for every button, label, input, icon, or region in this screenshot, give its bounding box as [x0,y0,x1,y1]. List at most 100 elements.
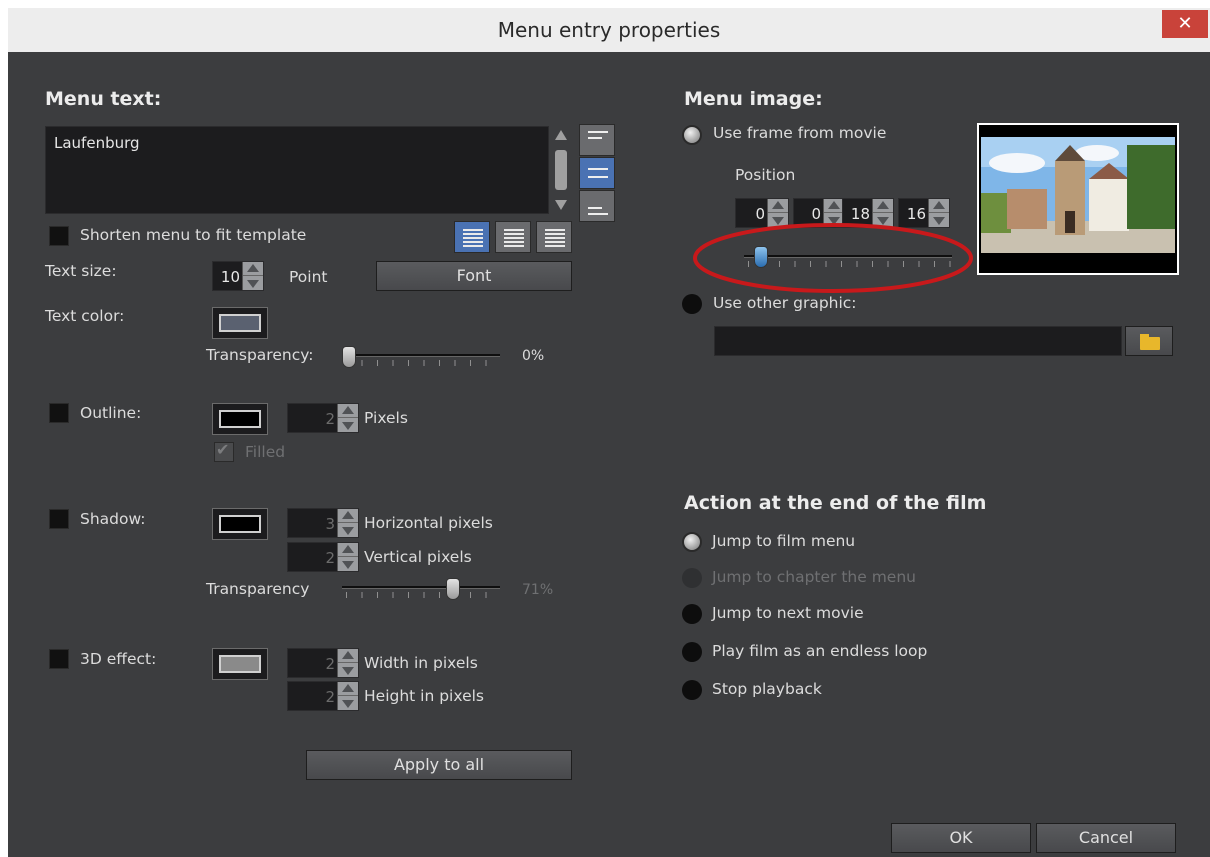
cancel-button[interactable]: Cancel [1036,823,1176,853]
text-color-fill [219,314,261,332]
ok-button[interactable]: OK [891,823,1031,853]
endless-loop-radio[interactable] [682,642,702,662]
preview-image [979,125,1177,273]
valign-bottom-icon [588,207,602,209]
jump-chapter-menu-radio[interactable] [682,568,702,588]
stepper-arrows[interactable] [337,649,358,677]
outline-pixels-stepper[interactable]: 2 [287,403,359,433]
shadow-transparency-label: Transparency [206,580,310,598]
jump-film-menu-radio[interactable] [682,532,702,552]
slider-track [342,586,500,589]
title-bar: Menu entry properties ✕ [8,8,1210,52]
outline-checkbox[interactable] [49,403,69,423]
use-other-graphic-label: Use other graphic: [713,294,857,312]
valign-top-icon-line [588,137,602,139]
apply-to-all-button[interactable]: Apply to all [306,750,572,780]
3d-effect-color-fill [219,655,261,673]
filled-checkbox[interactable]: ✔ [214,440,234,462]
3d-effect-checkbox[interactable] [49,649,69,669]
shadow-horizontal-value: 3 [325,515,335,533]
folder-icon [1140,337,1160,350]
text-size-label: Text size: [45,262,117,280]
scroll-thumb[interactable] [555,150,567,190]
text-color-label: Text color: [45,307,125,325]
browse-folder-button[interactable] [1125,326,1173,356]
use-other-graphic-radio[interactable] [682,294,702,314]
3d-width-label: Width in pixels [364,654,478,672]
align-right-icon [545,229,565,247]
stepper-arrows[interactable] [337,404,358,432]
frame-preview [977,123,1179,275]
jump-next-movie-radio[interactable] [682,604,702,624]
stop-playback-radio[interactable] [682,680,702,700]
graphic-path-field[interactable] [714,326,1122,356]
valign-bottom-button[interactable] [579,190,615,222]
jump-next-movie-label: Jump to next movie [712,604,864,622]
position-label: Position [735,166,796,184]
shadow-vertical-value: 2 [325,549,335,567]
text-size-value: 10 [220,268,240,286]
shadow-color-swatch[interactable] [212,508,268,540]
folder-icon-tab [1140,334,1149,338]
use-frame-label: Use frame from movie [713,124,887,142]
3d-height-value: 2 [325,688,335,706]
shadow-vertical-label: Vertical pixels [364,548,472,566]
text-transparency-label: Transparency: [206,346,314,364]
dialog-title: Menu entry properties [497,18,721,42]
stepper-arrows[interactable] [337,509,358,537]
outline-color-fill [219,410,261,428]
menu-text-input[interactable]: Laufenburg [45,126,549,214]
3d-effect-color-swatch[interactable] [212,648,268,680]
close-button[interactable]: ✕ [1162,10,1208,38]
use-frame-radio[interactable] [682,125,702,145]
shadow-transparency-value: 71% [522,582,554,598]
align-center-icon [504,229,524,247]
shadow-checkbox[interactable] [49,509,69,529]
scroll-up-icon[interactable] [555,130,567,140]
check-icon: ✔ [216,440,230,459]
text-size-stepper[interactable]: 10 [212,261,264,291]
shadow-horizontal-label: Horizontal pixels [364,514,493,532]
slider-ticks [346,360,500,366]
outline-pixels-unit: Pixels [364,409,408,427]
shadow-label: Shadow: [80,510,146,528]
3d-height-stepper[interactable]: 2 [287,681,359,711]
stepper-arrows[interactable] [337,682,358,710]
endless-loop-label: Play film as an endless loop [712,642,928,660]
shadow-transparency-slider[interactable] [342,578,502,602]
scroll-down-icon[interactable] [555,200,567,210]
shadow-vertical-stepper[interactable]: 2 [287,542,359,572]
align-left-button[interactable] [454,221,490,253]
menu-entry-properties-dialog: Menu entry properties ✕ Menu text: Laufe… [8,8,1210,857]
shorten-menu-checkbox[interactable] [49,226,69,246]
shadow-horizontal-stepper[interactable]: 3 [287,508,359,538]
jump-chapter-menu-label: Jump to chapter the menu [712,568,916,586]
3d-width-value: 2 [325,655,335,673]
valign-middle-button[interactable] [579,157,615,189]
font-button[interactable]: Font [376,261,572,291]
slider-track [342,354,500,357]
outline-color-swatch[interactable] [212,403,268,435]
shorten-menu-label: Shorten menu to fit template [80,226,307,244]
text-color-swatch[interactable] [212,307,268,339]
valign-middle-icon-line [588,176,608,178]
action-heading: Action at the end of the film [684,492,987,514]
menu-text-value: Laufenburg [54,134,140,152]
stepper-arrows[interactable] [337,543,358,571]
3d-effect-label: 3D effect: [80,650,157,668]
align-right-button[interactable] [536,221,572,253]
slider-thumb[interactable] [342,346,356,368]
valign-bottom-icon-line [588,213,608,215]
valign-top-button[interactable] [579,124,615,156]
stepper-arrows[interactable] [242,262,263,290]
outline-label: Outline: [80,404,142,422]
3d-width-stepper[interactable]: 2 [287,648,359,678]
align-center-button[interactable] [495,221,531,253]
align-left-icon [463,229,483,247]
text-transparency-slider[interactable] [342,346,502,370]
menu-text-scrollbar[interactable] [553,128,569,214]
slider-thumb[interactable] [446,578,460,600]
text-size-unit: Point [289,268,328,286]
menu-text-heading: Menu text: [45,88,162,110]
valign-middle-icon [588,168,608,170]
